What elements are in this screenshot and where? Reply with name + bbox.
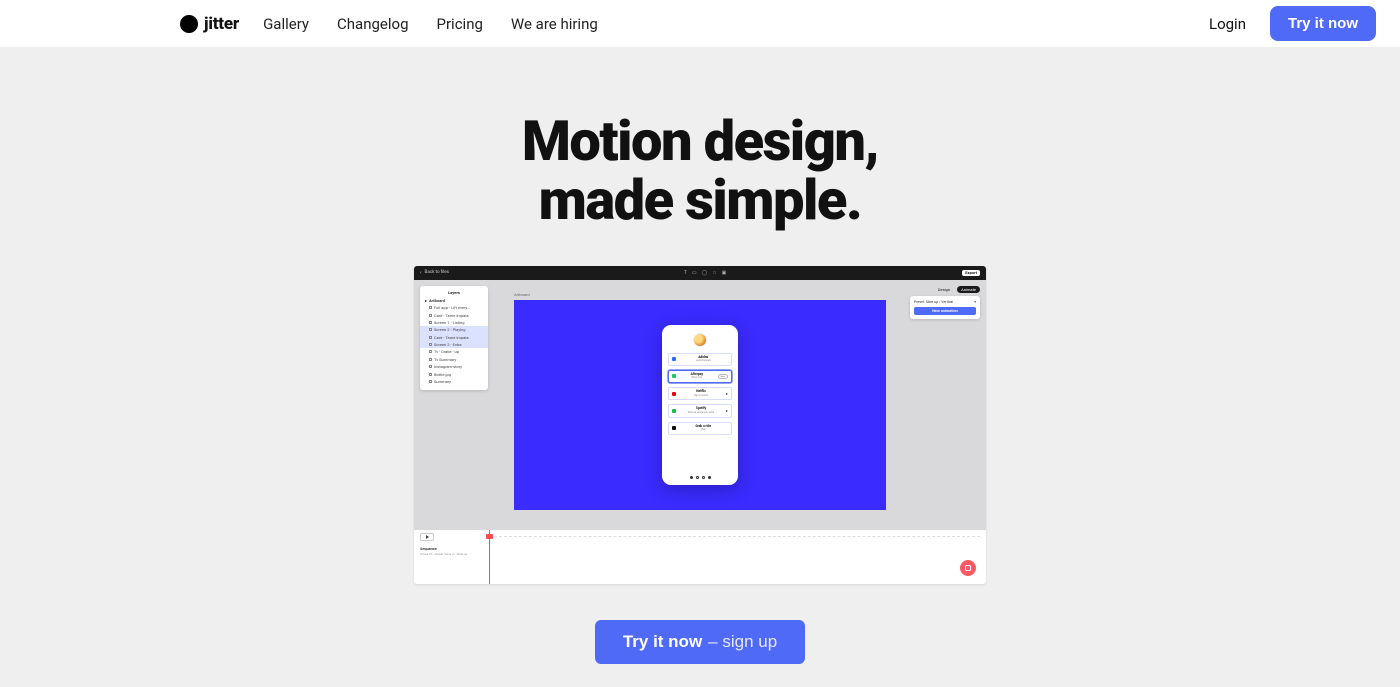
phone-app-card: NetflixTap to watch	[668, 387, 732, 400]
layer-icon	[429, 306, 432, 309]
login-link[interactable]: Login	[1209, 15, 1246, 33]
app-icon	[672, 426, 676, 430]
text-tool-icon: T	[684, 270, 688, 276]
hero-title-line2: made simple.	[539, 167, 862, 233]
editor-preview: ‹ Back to files T ▭ ◯ ☆ ▣ Export Layers …	[414, 266, 986, 584]
layer-icon	[429, 336, 432, 339]
layers-panel-title: Layers	[420, 290, 488, 297]
new-animation-button: New animation	[914, 307, 976, 315]
layer-icon	[429, 343, 432, 346]
layer-item: Bottle.jpg	[420, 370, 488, 377]
layer-item: Tv - Drake - up	[420, 348, 488, 355]
brand-text: jitter	[204, 14, 239, 34]
play-icon	[726, 393, 728, 395]
app-icon	[672, 374, 676, 378]
nav-gallery[interactable]: Gallery	[263, 15, 309, 33]
layer-icon	[429, 358, 432, 361]
header-right: Login Try it now	[1209, 6, 1376, 41]
timeline-playhead	[489, 530, 490, 584]
app-icon	[672, 409, 676, 413]
site-header: jitter Gallery Changelog Pricing We are …	[0, 0, 1400, 48]
image-tool-icon: ▣	[722, 270, 728, 276]
phone-app-card: SpotifyPick up where you were	[668, 404, 732, 417]
layer-item: Screen 2 - Extra	[420, 341, 488, 348]
main-nav: Gallery Changelog Pricing We are hiring	[263, 15, 1209, 33]
right-panel: Design Animate Preset: Slide up / Vertic…	[910, 286, 980, 319]
editor-back-label: Back to files	[425, 270, 449, 275]
layer-icon	[429, 373, 432, 376]
record-fab-icon	[960, 560, 976, 576]
editor-canvas-area: Layers ▸ArtboardFull app - Lift every…Ca…	[414, 280, 986, 526]
phone-nav-dots	[690, 470, 711, 479]
rect-tool-icon: ▭	[692, 270, 698, 276]
editor-timeline: Sequence Scene 01 · Preset move in · Sli…	[414, 526, 986, 584]
nav-hiring[interactable]: We are hiring	[511, 15, 598, 33]
timeline-play-button	[420, 533, 434, 541]
editor-canvas: AdidasJust dropped AfterpayShop nowNew Net…	[514, 300, 886, 510]
layer-item: Card - Tame Impala	[420, 311, 488, 318]
layer-item: Screen 2 - Playing	[420, 326, 488, 333]
cta-rest: – sign up	[708, 632, 777, 652]
layer-item: Tv Summary	[420, 356, 488, 363]
editor-export-button: Export	[962, 270, 980, 276]
cta-try-signup-button[interactable]: Try it now – sign up	[595, 620, 805, 664]
timeline-label: Sequence	[420, 546, 437, 551]
tab-animate: Animate	[957, 286, 980, 293]
layers-panel: Layers ▸ArtboardFull app - Lift every…Ca…	[420, 286, 488, 391]
layer-item: Screen 1 - Listing	[420, 319, 488, 326]
brand-dot-icon	[180, 15, 198, 33]
layer-icon	[429, 350, 432, 353]
phone-app-card: Grab a rideUber	[668, 422, 732, 435]
editor-topbar: ‹ Back to files T ▭ ◯ ☆ ▣ Export	[414, 266, 986, 280]
layer-icon	[429, 380, 432, 383]
cta-bold: Try it now	[623, 632, 702, 652]
editor-tool-icons: T ▭ ◯ ☆ ▣	[684, 270, 728, 276]
star-tool-icon: ☆	[712, 270, 717, 276]
layer-icon	[429, 328, 432, 331]
app-icon	[672, 357, 676, 361]
layer-icon	[429, 365, 432, 368]
nav-pricing[interactable]: Pricing	[437, 15, 483, 33]
artboard-label: Artboard	[514, 292, 530, 297]
play-icon	[726, 410, 728, 412]
brand-logo[interactable]: jitter	[180, 14, 239, 34]
layer-item: Instagram-story	[420, 363, 488, 370]
layer-item: Summary	[420, 378, 488, 385]
chevron-left-icon: ‹	[420, 270, 422, 276]
layer-item: ▸Artboard	[420, 297, 488, 304]
hero-title: Motion design, made simple.	[0, 112, 1400, 230]
phone-mock: AdidasJust dropped AfterpayShop nowNew Net…	[662, 325, 738, 485]
timeline-sub: Scene 01 · Preset move in · Slide up	[420, 552, 467, 556]
nav-changelog[interactable]: Changelog	[337, 15, 408, 33]
tab-design: Design	[934, 286, 954, 293]
layer-icon	[429, 314, 432, 317]
preset-row: Preset: Slide up / Vertical▾	[914, 300, 976, 304]
layer-item: Card - Tame Impala	[420, 333, 488, 340]
hero: Motion design, made simple. ‹ Back to fi…	[0, 48, 1400, 664]
app-icon	[672, 392, 676, 396]
phone-app-card: AdidasJust dropped	[668, 353, 732, 366]
phone-app-card: AfterpayShop nowNew	[668, 370, 732, 383]
hero-title-line1: Motion design,	[522, 108, 878, 174]
try-it-now-button[interactable]: Try it now	[1270, 6, 1376, 41]
ellipse-tool-icon: ◯	[702, 270, 709, 276]
layer-item: Full app - Lift every…	[420, 304, 488, 311]
avatar-icon	[693, 333, 707, 347]
layer-icon	[429, 321, 432, 324]
